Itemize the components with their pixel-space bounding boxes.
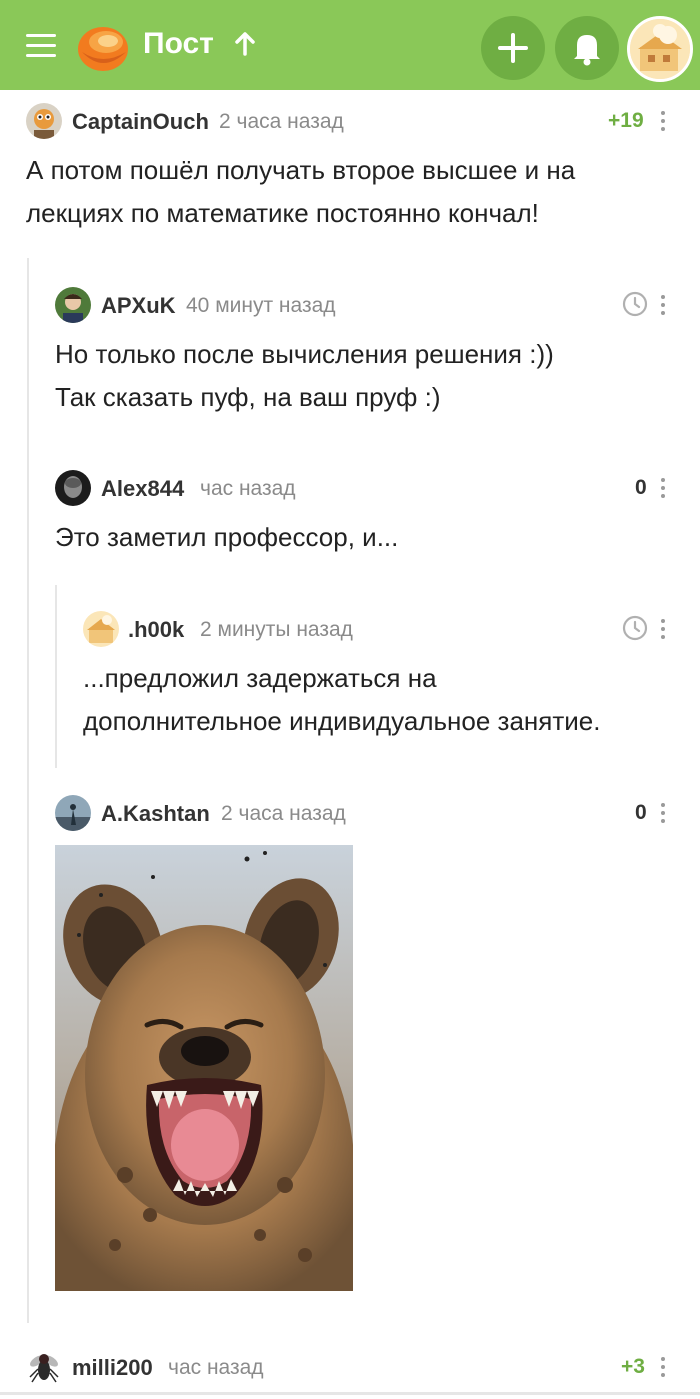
clock-icon <box>622 615 648 641</box>
laughing-hyena-photo[interactable] <box>55 845 353 1291</box>
avatar[interactable] <box>55 470 91 506</box>
comment-time: час назад <box>168 1356 264 1379</box>
clock-icon <box>622 291 648 317</box>
comment-text-line: Так сказать пуф, на ваш пруф :) <box>55 382 441 412</box>
page-title: Пост <box>143 27 214 60</box>
comment-rating: +19 <box>608 109 644 132</box>
comment-text-line: ...предложил задержаться на <box>83 663 437 693</box>
comment-author[interactable]: CaptainOuch <box>72 109 209 135</box>
comment-rating: +3 <box>621 1355 645 1378</box>
more-options-icon[interactable] <box>658 617 668 641</box>
comment-header: milli200 час назад +3 <box>26 1349 680 1385</box>
comment-author[interactable]: APXuK <box>101 293 176 319</box>
comment: .h00k 2 минуты назад ...предложил задерж… <box>83 611 680 751</box>
comment: milli200 час назад +3 <box>26 1349 680 1389</box>
avatar[interactable] <box>55 287 91 323</box>
comment-time: 40 минут назад <box>186 294 336 317</box>
comment-time: 2 часа назад <box>219 110 344 133</box>
comment-text-line: А потом пошёл получать второе высшее и н… <box>26 155 576 185</box>
comment-header: CaptainOuch 2 часа назад +19 <box>26 103 680 139</box>
more-options-icon[interactable] <box>658 476 668 500</box>
avatar[interactable] <box>26 1349 62 1385</box>
comment: APXuK 40 минут назад Но только после выч… <box>55 287 680 427</box>
comment-branch-line[interactable] <box>27 258 29 1323</box>
more-options-icon[interactable] <box>658 293 668 317</box>
bell-icon <box>574 35 600 66</box>
comment: A.Kashtan 2 часа назад 0 <box>55 795 680 1295</box>
comment: CaptainOuch 2 часа назад +19 А потом пош… <box>26 103 680 243</box>
comment-time: час назад <box>200 477 296 500</box>
comment-rating: 0 <box>635 801 647 824</box>
top-bar: Пост <box>0 0 700 90</box>
comment-text-line: Это заметил профессор, и... <box>55 522 399 552</box>
comment-text-line: дополнительное индивидуальное занятие. <box>83 706 601 736</box>
comment-author[interactable]: Alex844 <box>101 476 184 502</box>
notifications-button[interactable] <box>555 16 619 80</box>
more-options-icon[interactable] <box>658 801 668 825</box>
comment-author[interactable]: milli200 <box>72 1355 153 1381</box>
avatar[interactable] <box>83 611 119 647</box>
bottom-divider <box>0 1392 700 1395</box>
comment-header: APXuK 40 минут назад <box>55 287 680 323</box>
comment-branch-line[interactable] <box>55 585 57 768</box>
comment-header: Alex844 час назад 0 <box>55 470 680 506</box>
comment-author[interactable]: .h00k <box>128 617 184 643</box>
menu-icon[interactable] <box>26 34 56 58</box>
comment-text-line: лекциях по математике постоянно кончал! <box>26 198 539 228</box>
comment-text-line: Но только после вычисления решения :)) <box>55 339 554 369</box>
user-avatar-icon[interactable] <box>627 16 693 82</box>
plus-icon <box>498 33 528 63</box>
more-options-icon[interactable] <box>658 109 668 133</box>
avatar[interactable] <box>55 795 91 831</box>
comment-rating: 0 <box>635 476 647 499</box>
comment-header: .h00k 2 минуты назад <box>83 611 680 647</box>
comment: Alex844 час назад 0 Это заметил профессо… <box>55 470 680 570</box>
comment-author[interactable]: A.Kashtan <box>101 801 210 827</box>
comment-header: A.Kashtan 2 часа назад 0 <box>55 795 680 831</box>
arrow-up-icon[interactable] <box>232 30 258 58</box>
comment-time: 2 минуты назад <box>200 618 353 641</box>
add-post-button[interactable] <box>481 16 545 80</box>
more-options-icon[interactable] <box>658 1355 668 1379</box>
comment-time: 2 часа назад <box>221 802 346 825</box>
pikabu-logo-icon[interactable] <box>76 22 130 72</box>
avatar[interactable] <box>26 103 62 139</box>
